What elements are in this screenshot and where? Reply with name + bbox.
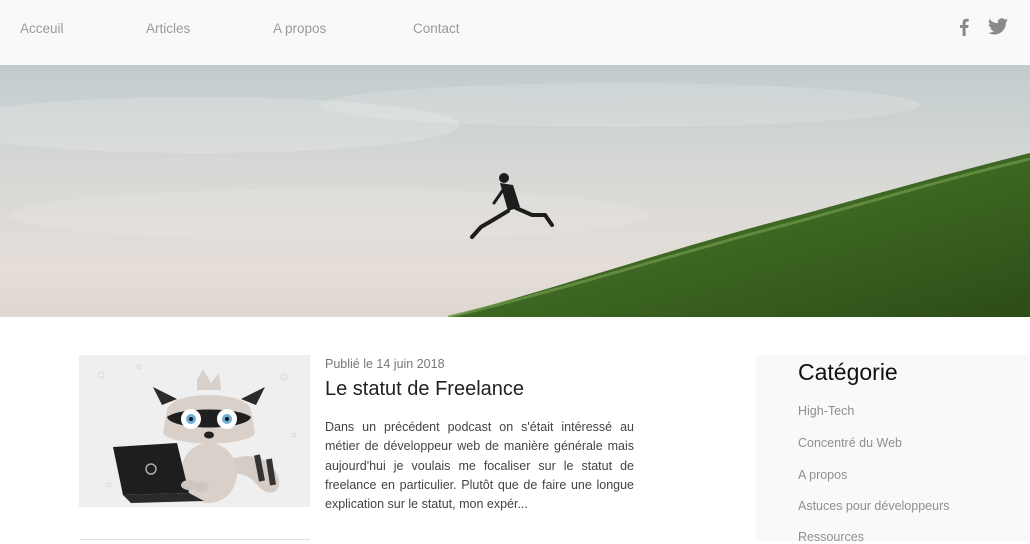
category-astuces-developpeurs[interactable]: Astuces pour développeurs — [798, 499, 949, 513]
facebook-icon — [960, 18, 969, 36]
hero-image — [0, 65, 1030, 317]
sidebar-heading: Catégorie — [798, 359, 898, 385]
article-title[interactable]: Le statut de Freelance — [325, 378, 524, 401]
facebook-link[interactable] — [958, 18, 970, 38]
twitter-icon — [988, 18, 1008, 35]
category-concentre-du-web[interactable]: Concentré du Web — [798, 436, 902, 450]
top-navigation-bar: Acceuil Articles A propos Contact — [0, 0, 1030, 65]
article-publish-date: Publié le 14 juin 2018 — [325, 357, 445, 371]
hero-spacer — [0, 317, 1030, 355]
raccoon-laptop-illustration — [79, 355, 310, 507]
article-thumbnail[interactable] — [79, 355, 310, 507]
nav-item-contact[interactable]: Contact — [413, 21, 460, 36]
category-a-propos[interactable]: A propos — [798, 468, 847, 482]
article-excerpt: Dans un précédent podcast on s'était int… — [325, 420, 634, 512]
category-ressources[interactable]: Ressources — [798, 530, 864, 544]
category-sidebar: Catégorie High-Tech Concentré du Web A p… — [756, 355, 1030, 544]
twitter-link[interactable] — [988, 18, 1008, 38]
category-high-tech[interactable]: High-Tech — [798, 404, 854, 418]
article-divider — [79, 539, 310, 540]
nav-item-acceuil[interactable]: Acceuil — [20, 21, 64, 36]
nav-item-a-propos[interactable]: A propos — [273, 21, 326, 36]
hero-banner — [0, 65, 1030, 317]
nav-item-articles[interactable]: Articles — [146, 21, 190, 36]
